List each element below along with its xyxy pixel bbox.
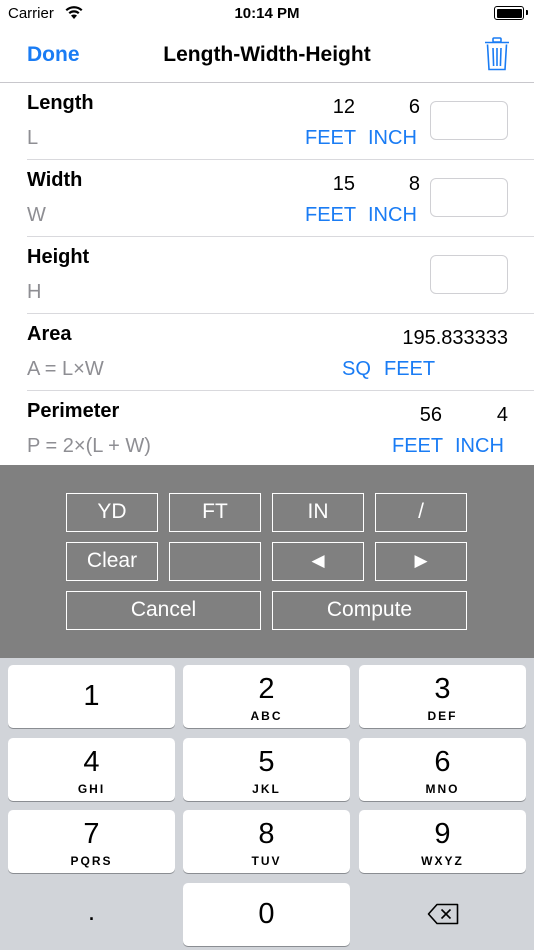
height-label: Height [27,246,90,268]
key-decimal[interactable]: . [8,883,175,946]
area-sq-unit[interactable]: SQ [342,358,371,381]
length-label: Length [27,92,94,114]
area-label: Area [27,323,72,345]
key-digit: 0 [258,898,275,930]
height-row[interactable]: Height H [27,237,534,314]
key-digit: 9 [434,818,451,850]
key-7[interactable]: 7 PQRS [8,810,175,873]
key-6[interactable]: 6 MNO [359,738,526,801]
width-input[interactable] [430,178,508,217]
area-value: 195.833333 [402,327,508,349]
area-formula: A = L×W [27,358,104,380]
blank-button[interactable] [169,542,261,581]
measurement-list: Length L 12 6 FEET INCH Width W 15 8 FEE… [0,83,534,468]
width-row[interactable]: Width W 15 8 FEET INCH [27,160,534,237]
key-digit: 3 [434,673,451,705]
perimeter-inch-value: 4 [496,404,508,426]
compute-button[interactable]: Compute [272,591,467,630]
number-keyboard: 1 2 ABC 3 DEF 4 GHI 5 JKL 6 MNO 7 PQRS 8… [0,658,534,950]
perimeter-feet-unit[interactable]: FEET [392,435,443,458]
area-feet-unit[interactable]: FEET [384,358,435,381]
width-feet-value: 15 [332,173,355,195]
key-digit: 4 [83,746,100,778]
page-title: Length-Width-Height [163,43,371,66]
cursor-left-button[interactable]: ◀ [272,542,364,581]
perimeter-row[interactable]: Perimeter P = 2×(L + W) 56 4 FEET INCH [27,391,534,468]
width-feet-unit[interactable]: FEET [305,204,356,227]
key-letters: WXYZ [421,854,464,868]
length-inch-unit[interactable]: INCH [368,127,417,150]
perimeter-feet-value: 56 [419,404,442,426]
cursor-right-button[interactable]: ▶ [375,542,467,581]
clear-button[interactable]: Clear [66,542,158,581]
length-feet-value: 12 [332,96,355,118]
perimeter-inch-unit[interactable]: INCH [455,435,504,458]
trash-icon[interactable] [484,37,510,71]
width-symbol: W [27,204,46,226]
key-letters: GHI [77,782,106,796]
key-5[interactable]: 5 JKL [183,738,350,801]
length-symbol: L [27,127,39,149]
delete-key[interactable] [359,883,526,946]
key-digit: 1 [83,680,100,712]
key-0[interactable]: 0 [183,883,350,946]
height-input[interactable] [430,255,508,294]
in-button[interactable]: IN [272,493,364,532]
width-inch-value: 8 [408,173,420,195]
key-letters: ABC [250,709,283,723]
width-inch-unit[interactable]: INCH [368,204,417,227]
key-letters: JKL [252,782,281,796]
navigation-bar: Length-Width-Height Done [0,30,534,83]
perimeter-label: Perimeter [27,400,120,422]
length-inch-value: 6 [408,96,420,118]
length-feet-unit[interactable]: FEET [305,127,356,150]
status-time: 10:14 PM [234,5,300,22]
key-4[interactable]: 4 GHI [8,738,175,801]
key-digit: 6 [434,746,451,778]
key-digit: 7 [83,818,100,850]
key-digit: 5 [258,746,275,778]
cancel-button[interactable]: Cancel [66,591,261,630]
key-letters: DEF [427,709,458,723]
length-input[interactable] [430,101,508,140]
key-letters: MNO [425,782,460,796]
key-2[interactable]: 2 ABC [183,665,350,728]
key-letters: PQRS [70,854,113,868]
key-digit: 8 [258,818,275,850]
status-bar: Carrier 10:14 PM [0,0,534,30]
key-digit: 2 [258,673,275,705]
width-label: Width [27,169,83,191]
area-row[interactable]: Area A = L×W 195.833333 SQ FEET [27,314,534,391]
yd-button[interactable]: YD [66,493,158,532]
key-9[interactable]: 9 WXYZ [359,810,526,873]
height-symbol: H [27,281,42,303]
key-3[interactable]: 3 DEF [359,665,526,728]
key-1[interactable]: 1 [8,665,175,728]
length-row[interactable]: Length L 12 6 FEET INCH [27,83,534,160]
key-8[interactable]: 8 TUV [183,810,350,873]
key-letters: TUV [251,854,282,868]
fraction-slash-button[interactable]: / [375,493,467,532]
done-button[interactable]: Done [27,43,80,67]
perimeter-formula: P = 2×(L + W) [27,435,151,457]
ft-button[interactable]: FT [169,493,261,532]
backspace-icon [427,903,458,925]
battery-icon [494,6,528,20]
unit-keypad: YD FT IN / Clear ◀ ▶ Cancel Compute [0,465,534,658]
